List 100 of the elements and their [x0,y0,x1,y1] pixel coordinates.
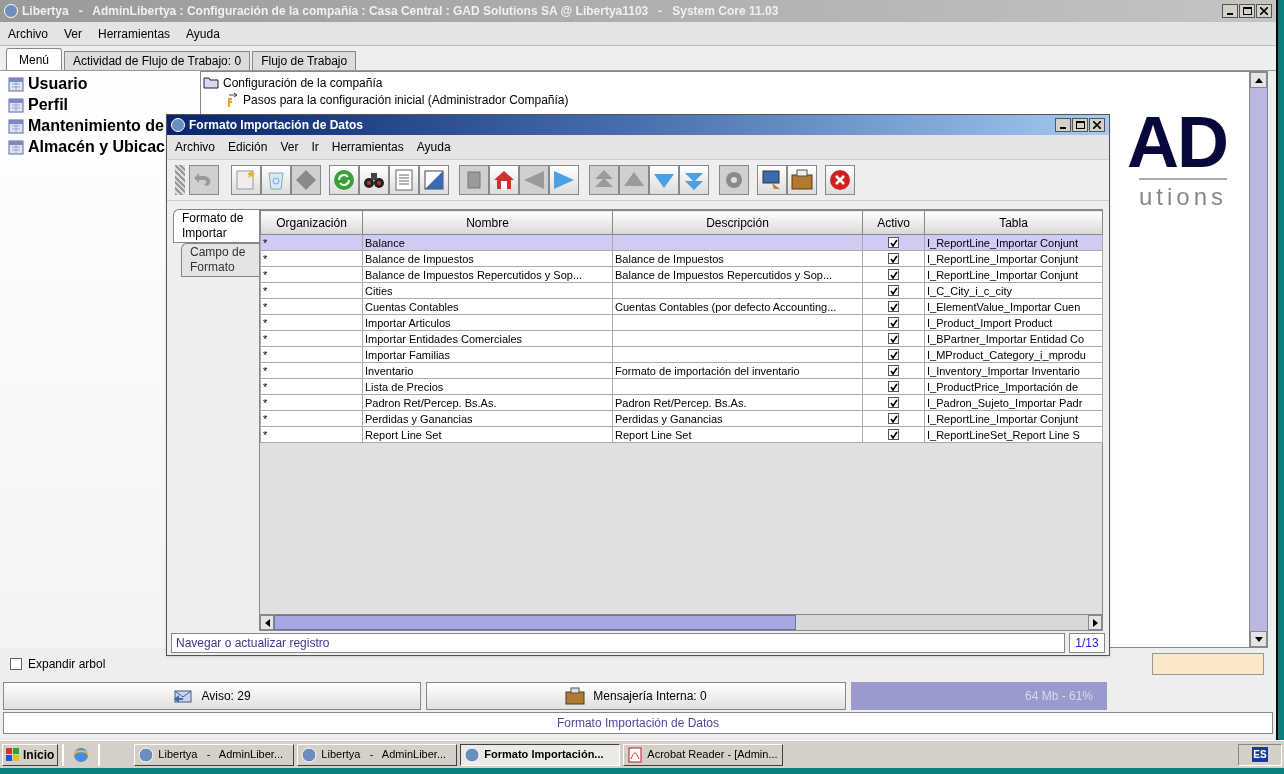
right-arrow-icon [552,168,576,192]
scrollbar-thumb[interactable] [274,615,796,630]
taskbar-button[interactable]: Libertya - AdminLiber... [297,743,458,766]
up-arrow-icon [1254,77,1263,83]
menu-item[interactable]: Archivo [8,24,48,43]
checkbox[interactable] [10,658,22,670]
menu-item[interactable]: Ayuda [416,138,451,156]
input-field[interactable] [1152,653,1264,675]
menu-item[interactable]: Herramientas [331,138,404,156]
checkbox[interactable] [888,301,899,312]
table-cell: Report Line Set [612,426,863,443]
menu-item[interactable]: Herramientas [98,24,171,43]
chart-icon [422,168,446,192]
status-text: Navegar o actualizar registro [171,633,1065,653]
table-cell: I_ReportLine_Importar Conjunt [924,410,1103,427]
checkbox[interactable] [888,365,899,376]
vertical-scrollbar[interactable] [1249,72,1267,647]
checkbox[interactable] [888,381,899,392]
minimize-button[interactable] [1055,118,1071,132]
checkbox[interactable] [888,253,899,264]
checkbox[interactable] [888,429,899,440]
messages-button[interactable]: Mensajería Interna: 0 [426,682,846,710]
checkbox[interactable] [888,237,899,248]
taskbar-button[interactable]: Libertya - AdminLiber... [134,743,295,766]
checkbox[interactable] [888,317,899,328]
maximize-button[interactable] [1239,4,1255,18]
table-cell: Cities [362,282,613,299]
menu-item[interactable]: Ir [311,138,319,156]
memory-reading: 64 Mb - 61% [1024,688,1093,705]
checkbox-label: Expandir arbol [28,656,106,673]
maximize-button[interactable] [1072,118,1088,132]
tab[interactable]: Flujo de Trabajo [252,51,357,70]
notice-button[interactable]: Aviso: 29 [3,682,421,710]
scroll-down-button[interactable] [1250,631,1267,647]
home-icon [492,168,516,192]
checkbox[interactable] [888,269,899,280]
app-icon [171,118,185,132]
logo-tagline: utions [1138,178,1227,214]
table-cell: * [260,394,363,411]
tab[interactable]: Menú [6,48,63,70]
table-cell: I_MProduct_Category_i_mprodu [924,346,1103,363]
start-button[interactable]: Inicio [2,743,59,766]
checkbox[interactable] [888,285,899,296]
checkbox[interactable] [888,413,899,424]
scroll-left-button[interactable] [260,615,274,630]
globe-icon [301,746,318,763]
scroll-up-button[interactable] [1250,72,1267,88]
checkbox[interactable] [888,333,899,344]
checkbox[interactable] [888,397,899,408]
toolbar-button[interactable] [359,165,389,195]
table-cell: Report Line Set [362,426,613,443]
side-tab[interactable]: Formato de Importar [173,209,259,243]
close-button[interactable] [1089,118,1105,132]
language-indicator[interactable]: ES [1252,747,1268,762]
column-header[interactable]: Activo [862,210,925,235]
table-cell: * [260,330,363,347]
table-cell: Cuentas Contables [362,298,613,315]
tab[interactable]: Actividad de Flujo de Trabajo: 0 [64,51,251,70]
column-header[interactable]: Descripción [612,210,863,235]
minimize-button[interactable] [1222,4,1238,18]
table-cell: * [260,314,363,331]
minimize-icon [1227,13,1233,15]
menu-item[interactable]: Ver [280,138,299,156]
menu-item[interactable]: Archivo [175,138,215,156]
horizontal-scrollbar[interactable] [260,614,1102,630]
toolbar-button[interactable] [757,165,787,195]
table-cell: Cuentas Contables (por defecto Accounting... [612,298,863,315]
table-cell: * [260,234,363,251]
column-header[interactable]: Tabla [924,210,1103,235]
report-icon [392,168,416,192]
column-header[interactable]: Nombre [362,210,613,235]
table-cell: I_ReportLine_Importar Conjunt [924,250,1103,267]
checkbox[interactable] [888,349,899,360]
table-cell: Balance de Impuestos Repercutidos y Sop... [362,266,613,283]
toolbar-grip[interactable] [175,165,185,195]
calendar-icon [8,138,24,155]
tree-item[interactable]: Pasos para la configuración inicial (Administrador Compañía) [243,90,569,109]
table-cell: Lista de Precios [362,378,613,395]
taskbar-button[interactable]: Formato Importación... [460,743,621,766]
table-cell: I_Padron_Sujeto_Importar Padr [924,394,1103,411]
menu-item[interactable]: Edición [228,138,268,156]
cancel-icon [828,168,852,192]
windows-logo-icon [6,747,20,762]
close-button[interactable] [1256,4,1272,18]
table-cell: I_C_City_i_c_city [924,282,1103,299]
table-cell: Balance de Impuestos [612,250,863,267]
tree-item[interactable]: Configuración de la compañía [223,73,383,92]
new-document-icon [234,168,258,192]
column-header[interactable]: Organización [260,210,363,235]
folder-icon [203,76,219,89]
refresh-icon [332,168,356,192]
menu-item[interactable]: Ver [64,24,83,43]
taskbar-button[interactable]: Acrobat Reader - [Admin... [623,743,784,766]
briefcase-icon [565,687,586,705]
side-tab[interactable]: Campo de Formato [181,243,259,277]
table-cell: Perdidas y Ganancias [612,410,863,427]
scroll-right-button[interactable] [1088,615,1102,630]
globe-icon [464,746,481,763]
table-cell: Importar Entidades Comerciales [362,330,613,347]
menu-item[interactable]: Ayuda [186,24,220,43]
